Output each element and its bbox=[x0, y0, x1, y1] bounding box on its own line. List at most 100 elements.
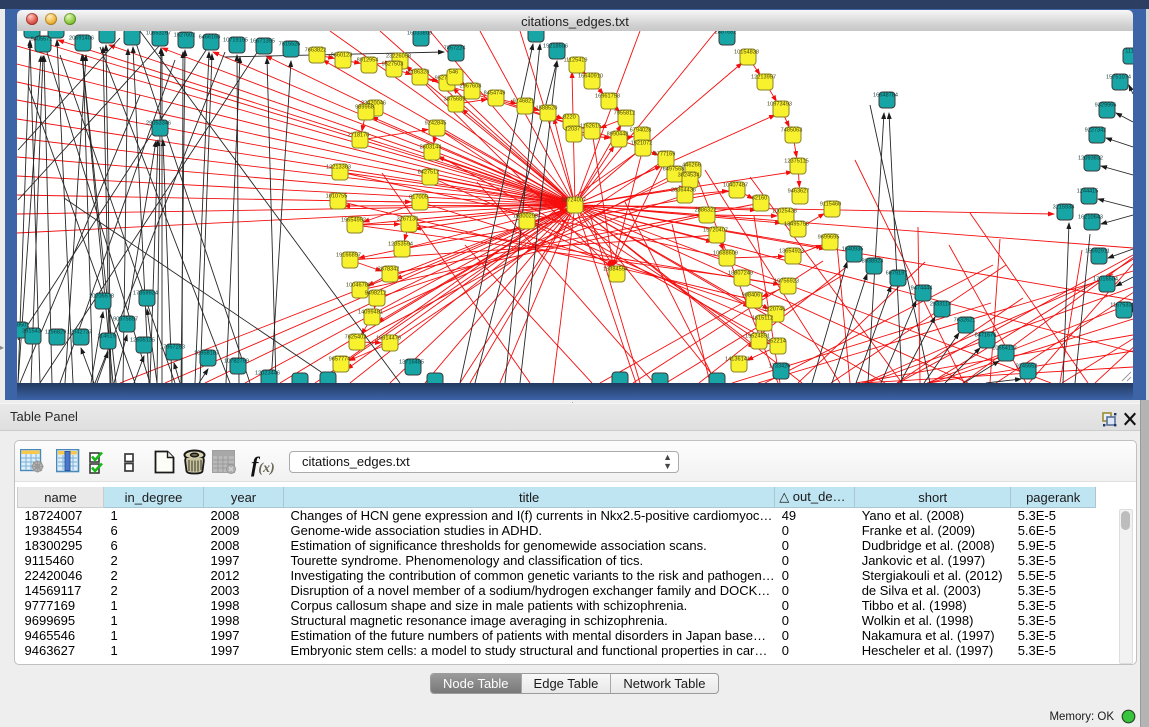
svg-text:23226058: 23226058 bbox=[386, 54, 411, 60]
svg-text:20691406: 20691406 bbox=[69, 36, 94, 42]
svg-text:13654923: 13654923 bbox=[779, 249, 804, 255]
svg-text:9242845: 9242845 bbox=[425, 121, 447, 127]
svg-text:7663822: 7663822 bbox=[305, 48, 327, 54]
svg-text:1621072: 1621072 bbox=[631, 141, 653, 147]
svg-text:12353594: 12353594 bbox=[388, 242, 413, 248]
svg-text:9527503: 9527503 bbox=[382, 62, 404, 68]
svg-text:3267130: 3267130 bbox=[397, 217, 419, 223]
svg-text:9084067: 9084067 bbox=[742, 293, 764, 299]
svg-text:90975857: 90975857 bbox=[113, 317, 138, 323]
svg-text:1244415: 1244415 bbox=[1077, 189, 1099, 195]
svg-text:8813054: 8813054 bbox=[524, 31, 546, 33]
svg-text:29053346: 29053346 bbox=[146, 121, 171, 127]
svg-text:10958187: 10958187 bbox=[194, 351, 219, 357]
svg-text:10154838: 10154838 bbox=[734, 50, 759, 56]
svg-text:10653267: 10653267 bbox=[146, 31, 171, 37]
svg-text:8454749: 8454749 bbox=[484, 91, 506, 97]
svg-text:13495758: 13495758 bbox=[784, 222, 809, 228]
svg-text:1615112: 1615112 bbox=[752, 316, 773, 322]
svg-text:8471676: 8471676 bbox=[975, 333, 997, 339]
svg-text:19384554: 19384554 bbox=[603, 267, 628, 273]
svg-text:15720407: 15720407 bbox=[703, 228, 728, 234]
svg-text:9329966: 9329966 bbox=[1095, 103, 1117, 109]
svg-text:9115460: 9115460 bbox=[820, 202, 841, 208]
svg-text:817005: 817005 bbox=[409, 195, 428, 201]
svg-text:3878342: 3878342 bbox=[378, 267, 400, 273]
svg-text:16033809: 16033809 bbox=[407, 31, 432, 37]
svg-text:12213957: 12213957 bbox=[751, 75, 776, 81]
svg-text:1588520: 1588520 bbox=[536, 106, 558, 112]
svg-text:3215938: 3215938 bbox=[1053, 205, 1075, 211]
svg-text:11675339: 11675339 bbox=[1110, 303, 1133, 309]
svg-text:10782759: 10782759 bbox=[224, 359, 249, 365]
svg-text:2933114: 2933114 bbox=[930, 302, 951, 308]
svg-text:19654952: 19654952 bbox=[341, 218, 366, 224]
svg-text:9699695: 9699695 bbox=[818, 235, 840, 241]
svg-text:2886322: 2886322 bbox=[695, 208, 717, 214]
svg-text:9463627: 9463627 bbox=[788, 189, 810, 195]
svg-text:7632621: 7632621 bbox=[954, 318, 976, 324]
svg-text:12213363: 12213363 bbox=[326, 165, 351, 171]
svg-text:19218506: 19218506 bbox=[543, 44, 568, 50]
svg-text:10688609: 10688609 bbox=[713, 251, 738, 257]
svg-text:8938923: 8938923 bbox=[862, 259, 884, 265]
svg-text:114519: 114519 bbox=[97, 334, 115, 340]
svg-text:10719155: 10719155 bbox=[223, 38, 248, 44]
svg-text:16648784: 16648784 bbox=[873, 93, 898, 99]
svg-text:17957253: 17957253 bbox=[160, 345, 185, 351]
svg-text:10046788: 10046788 bbox=[346, 283, 371, 289]
svg-text:8660123: 8660123 bbox=[331, 53, 353, 59]
svg-text:9777169: 9777169 bbox=[654, 152, 676, 158]
svg-text:12093832: 12093832 bbox=[1078, 156, 1103, 162]
svg-text:446266: 446266 bbox=[682, 163, 701, 169]
svg-text:8427512: 8427512 bbox=[418, 170, 440, 176]
svg-text:1640935: 1640935 bbox=[842, 247, 864, 253]
svg-text:3024534: 3024534 bbox=[678, 173, 700, 179]
svg-text:1156829: 1156829 bbox=[45, 330, 66, 336]
svg-text:1733426: 1733426 bbox=[769, 364, 791, 370]
svg-text:12023446: 12023446 bbox=[255, 371, 280, 377]
svg-text:16671355: 16671355 bbox=[250, 39, 275, 45]
svg-text:1120746: 1120746 bbox=[764, 307, 785, 313]
svg-text:2718170: 2718170 bbox=[348, 133, 370, 139]
svg-text:252214: 252214 bbox=[767, 339, 786, 345]
svg-text:6466160: 6466160 bbox=[199, 35, 221, 41]
svg-text:20364436: 20364436 bbox=[671, 188, 696, 194]
svg-text:9245652: 9245652 bbox=[1016, 364, 1038, 370]
svg-text:19166857: 19166857 bbox=[336, 253, 361, 259]
svg-text:10025438: 10025438 bbox=[772, 209, 797, 215]
svg-text:7955812: 7955812 bbox=[614, 111, 636, 117]
svg-text:6679197: 6679197 bbox=[886, 271, 908, 277]
svg-text:10407487: 10407487 bbox=[723, 183, 748, 189]
svg-text:546: 546 bbox=[449, 70, 458, 76]
svg-text:9498212: 9498212 bbox=[365, 291, 387, 297]
svg-text:19756923: 19756923 bbox=[774, 279, 799, 285]
svg-text:12037: 12037 bbox=[565, 127, 581, 133]
svg-text:7515526: 7515526 bbox=[279, 42, 301, 48]
svg-text:3875685: 3875685 bbox=[444, 97, 466, 103]
svg-text:12375115: 12375115 bbox=[784, 159, 808, 165]
svg-text:20206578: 20206578 bbox=[89, 294, 114, 300]
svg-text:12942737: 12942737 bbox=[67, 330, 92, 336]
svg-text:13716485: 13716485 bbox=[399, 360, 424, 366]
svg-text:18300295: 18300295 bbox=[513, 214, 538, 220]
svg-text:111: 111 bbox=[1125, 49, 1133, 55]
svg-text:9474444: 9474444 bbox=[911, 286, 933, 292]
svg-text:9146821: 9146821 bbox=[513, 99, 535, 105]
svg-text:7857224: 7857224 bbox=[444, 46, 466, 52]
svg-text:18807249: 18807249 bbox=[728, 271, 753, 277]
svg-text:62160: 62160 bbox=[752, 196, 768, 202]
svg-text:391543: 391543 bbox=[22, 329, 41, 335]
svg-text:17359924: 17359924 bbox=[133, 291, 158, 297]
svg-text:14099481: 14099481 bbox=[358, 310, 383, 316]
svg-text:16914479: 16914479 bbox=[376, 336, 401, 342]
svg-text:7485063: 7485063 bbox=[781, 128, 803, 134]
svg-text:14136141: 14136141 bbox=[725, 357, 750, 363]
svg-text:15692911: 15692911 bbox=[1085, 249, 1109, 255]
svg-text:2887682: 2887682 bbox=[715, 31, 737, 36]
svg-text:18724007: 18724007 bbox=[561, 198, 586, 204]
svg-text:8912954: 8912954 bbox=[357, 58, 379, 64]
svg-text:16210643: 16210643 bbox=[1078, 215, 1103, 221]
svg-text:11125419: 11125419 bbox=[563, 58, 587, 64]
svg-text:2967608: 2967608 bbox=[460, 84, 482, 90]
